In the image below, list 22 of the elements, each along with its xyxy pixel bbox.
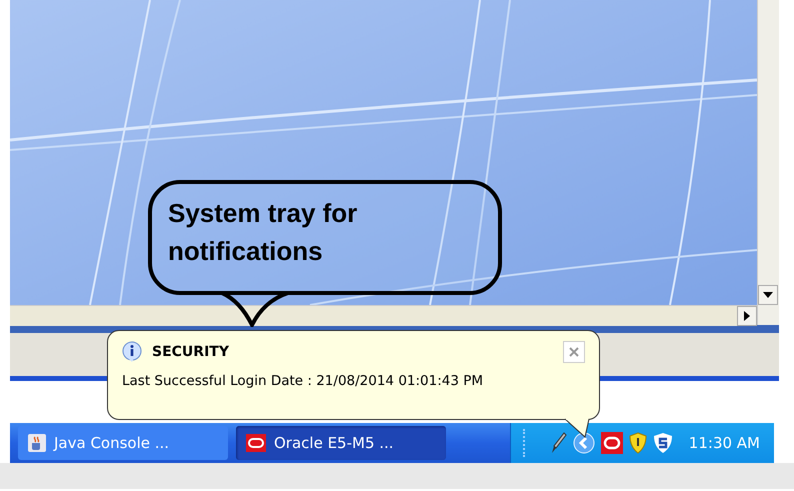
pen-icon[interactable]: [550, 432, 567, 454]
vertical-scrollbar[interactable]: [757, 0, 779, 325]
taskbar-button[interactable]: Java Console ...: [18, 426, 228, 460]
scroll-right-button[interactable]: [737, 306, 757, 326]
scroll-down-button[interactable]: [758, 285, 778, 305]
ring-logo-icon[interactable]: [600, 432, 623, 454]
ring-logo-icon: [246, 434, 266, 452]
horizontal-scrollbar[interactable]: [10, 305, 757, 326]
notification-title: SECURITY: [152, 344, 229, 360]
notification-message: Last Successful Login Date : 21/08/2014 01:01:43 PM: [122, 373, 484, 389]
shield-icon[interactable]: [652, 432, 673, 454]
down-arrow-icon: [763, 292, 773, 298]
close-button[interactable]: [563, 341, 585, 363]
close-icon: [569, 347, 579, 357]
right-arrow-icon: [744, 311, 750, 321]
clock[interactable]: 11:30 AM: [688, 434, 760, 452]
info-icon: [122, 341, 142, 363]
chevron-left-icon[interactable]: [572, 432, 595, 454]
coffee-cup-icon: [28, 434, 46, 452]
callout-text: System tray for notifications: [168, 197, 358, 268]
shield-icon[interactable]: [628, 432, 647, 454]
taskbar-button[interactable]: Oracle E5-M5 ...: [236, 426, 446, 460]
